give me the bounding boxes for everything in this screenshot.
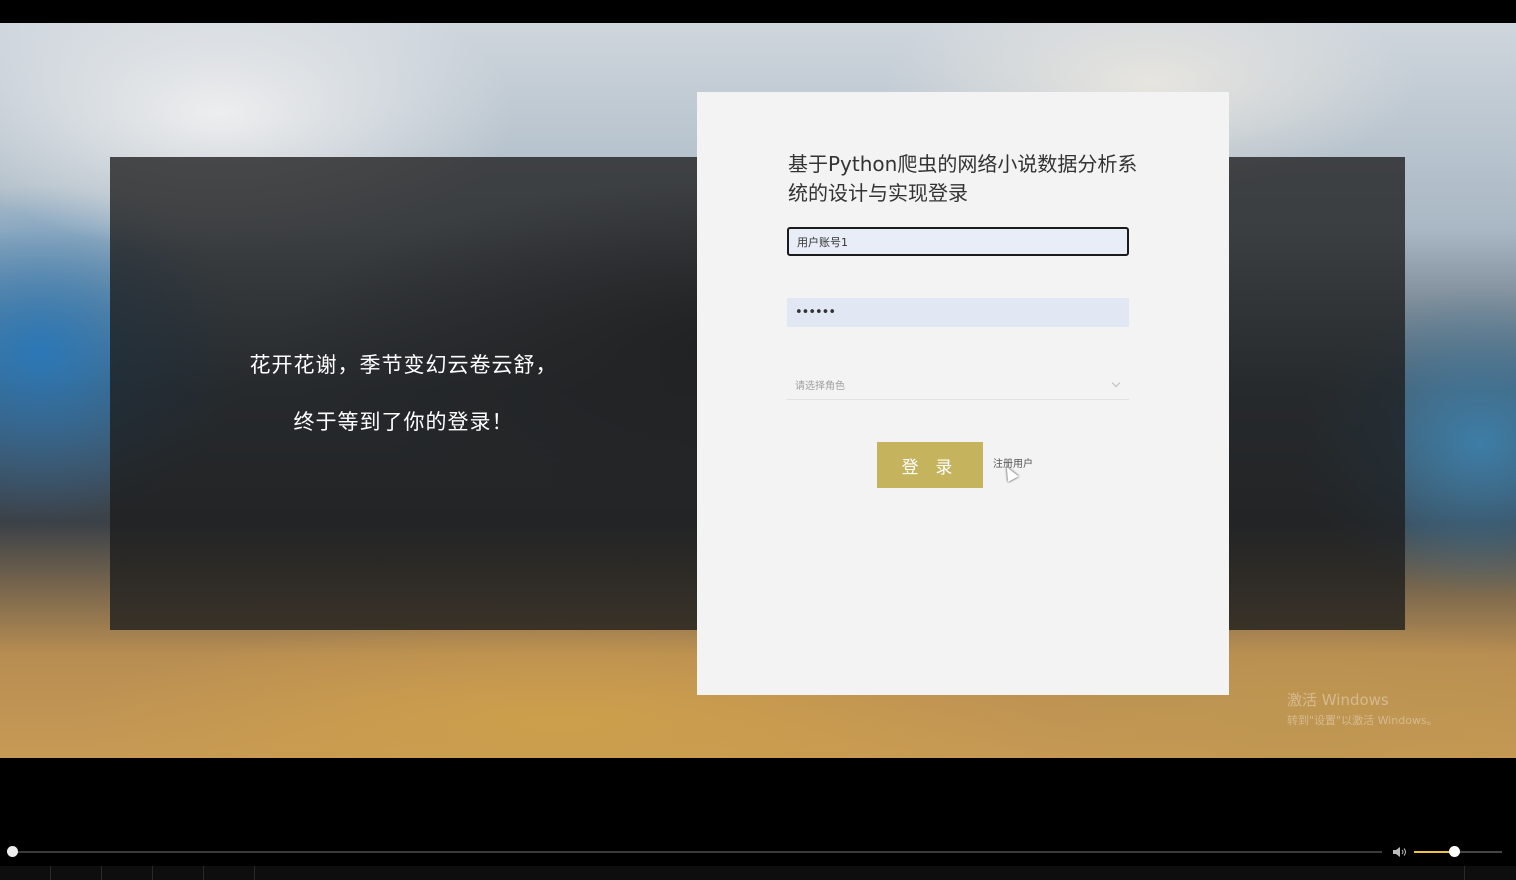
volume-level-fill (1414, 851, 1454, 853)
watermark-line-1: 激活 Windows (1287, 691, 1389, 709)
progress-handle[interactable] (7, 846, 18, 857)
login-title: 基于Python爬虫的网络小说数据分析系统的设计与实现登录 (788, 152, 1138, 205)
login-button[interactable]: 登 录 (877, 442, 983, 488)
segment-divider (1464, 866, 1465, 880)
windows-activation-watermark: 激活 Windows 转到"设置"以激活 Windows。 (1287, 689, 1438, 728)
segment-divider (101, 866, 102, 880)
slogan-line-1: 花开花谢，季节变幻云卷云舒， (249, 352, 558, 377)
account-input-value: 用户账号1 (797, 235, 848, 249)
role-select[interactable]: 请选择角色 (787, 370, 1129, 400)
bottom-segment-bar (0, 866, 1516, 880)
segment-divider (50, 866, 51, 880)
top-black-bar (0, 0, 1516, 23)
watermark-line-2: 转到"设置"以激活 Windows。 (1287, 714, 1438, 727)
password-input[interactable]: •••••• (787, 298, 1129, 327)
password-input-value: •••••• (795, 305, 836, 320)
login-card: 基于Python爬虫的网络小说数据分析系统的设计与实现登录 用户账号1 ••••… (697, 92, 1229, 695)
progress-track[interactable] (12, 851, 1382, 853)
media-player-bar (0, 758, 1516, 880)
slogan-line-2: 终于等到了你的登录！ (293, 409, 514, 434)
chevron-down-icon (1111, 378, 1121, 387)
volume-handle[interactable] (1448, 846, 1460, 857)
segment-divider (152, 866, 153, 880)
account-input[interactable]: 用户账号1 (787, 227, 1129, 256)
welcome-slogan: 花开花谢，季节变幻云卷云舒， 终于等到了你的登录！ (110, 157, 697, 630)
segment-divider (203, 866, 204, 880)
volume-icon[interactable] (1392, 845, 1408, 859)
segment-divider (254, 866, 255, 880)
video-viewport: 花开花谢，季节变幻云卷云舒， 终于等到了你的登录！ 基于Python爬虫的网络小… (0, 23, 1516, 758)
role-select-placeholder: 请选择角色 (795, 381, 845, 392)
